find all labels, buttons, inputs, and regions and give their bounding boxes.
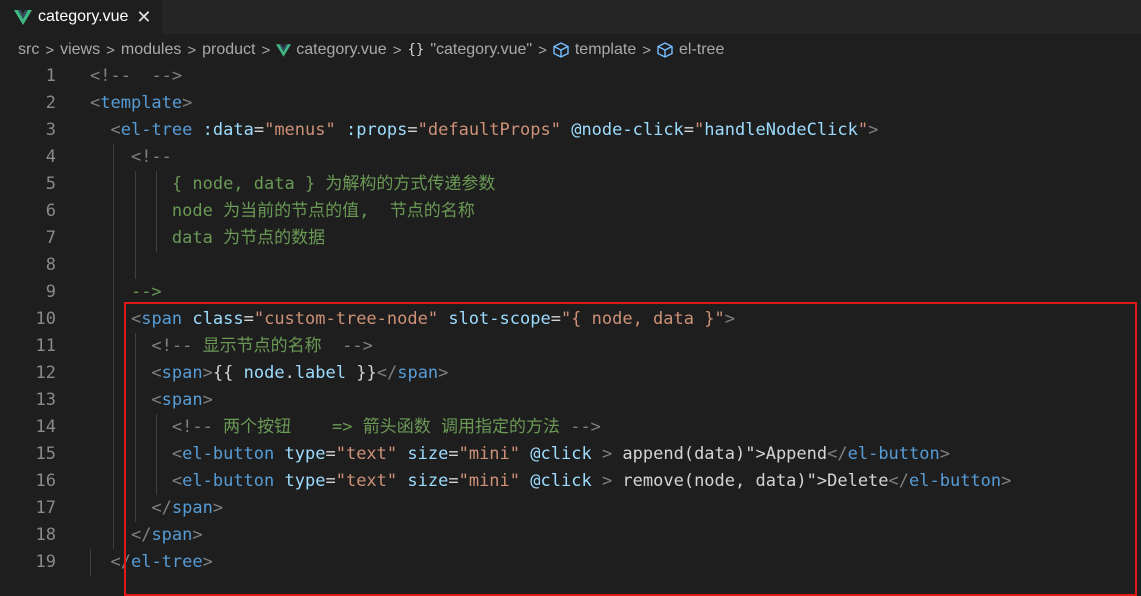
code-text: <span>	[151, 390, 213, 410]
code-text: node 为当前的节点的值, 节点的名称	[171, 201, 475, 221]
breadcrumb-item-el-tree[interactable]: el-tree	[679, 41, 724, 59]
line-number: 15	[35, 444, 56, 464]
code-text: <!-- -->	[90, 66, 183, 86]
breadcrumb-item-template[interactable]: template	[575, 41, 636, 59]
breadcrumb-item-modules[interactable]: modules	[121, 41, 181, 59]
chevron-right-icon: >	[187, 41, 197, 59]
code-line[interactable]: 3 <el-tree :data="menus" :props="default…	[0, 117, 1141, 144]
breadcrumb: src > views > modules > product > catego…	[0, 34, 1141, 66]
indent-guide	[113, 252, 114, 279]
line-number: 11	[35, 336, 56, 356]
cube-icon	[657, 42, 673, 58]
code-line[interactable]: 19 </el-tree>	[0, 549, 1141, 576]
code-line[interactable]: 14 <!-- 两个按钮 => 箭头函数 调用指定的方法 -->	[0, 414, 1141, 441]
code-text: </span>	[151, 498, 224, 518]
code-text: <el-tree :data="menus" :props="defaultPr…	[110, 120, 879, 140]
code-text: <!--	[130, 147, 172, 167]
line-number: 2	[45, 93, 56, 113]
code-line[interactable]: 7 data 为节点的数据	[0, 225, 1141, 252]
chevron-right-icon: >	[106, 41, 115, 59]
line-number: 19	[35, 552, 56, 572]
line-number: 3	[45, 120, 56, 140]
breadcrumb-item-views[interactable]: views	[60, 41, 100, 59]
line-number: 8	[45, 255, 56, 275]
breadcrumb-item-product[interactable]: product	[202, 41, 255, 59]
line-number: 7	[45, 228, 56, 248]
chevron-right-icon: >	[261, 41, 271, 59]
indent-guide	[135, 252, 136, 279]
chevron-right-icon: >	[642, 41, 651, 59]
code-text: <el-button type="text" size="mini" @clic…	[171, 471, 1012, 491]
code-text: </el-tree>	[110, 552, 213, 572]
chevron-right-icon: >	[392, 41, 402, 59]
line-number: 17	[35, 498, 56, 518]
line-number: 13	[35, 390, 56, 410]
tab-category-vue[interactable]: category.vue ✕	[0, 0, 162, 34]
code-line[interactable]: 13 <span>	[0, 387, 1141, 414]
code-line[interactable]: 16 <el-button type="text" size="mini" @c…	[0, 468, 1141, 495]
code-line[interactable]: 10 <span class="custom-tree-node" slot-s…	[0, 306, 1141, 333]
breadcrumb-item-src[interactable]: src	[18, 41, 39, 59]
code-line[interactable]: 8	[0, 252, 1141, 279]
code-text: <template>	[90, 93, 193, 113]
module-braces-icon: {}	[407, 42, 425, 58]
code-line[interactable]: 5 { node, data } 为解构的方式传递参数	[0, 171, 1141, 198]
code-line[interactable]: 18 </span>	[0, 522, 1141, 549]
breadcrumb-item-module[interactable]: "category.vue"	[430, 41, 532, 59]
line-number: 5	[45, 174, 56, 194]
code-line[interactable]: 11 <!-- 显示节点的名称 -->	[0, 333, 1141, 360]
line-number: 6	[45, 201, 56, 221]
code-text: </span>	[130, 525, 203, 545]
code-editor[interactable]: 1 <!-- --> 2 <template> 3 <el-tree :data="me…	[0, 63, 1141, 596]
code-text: <span class="custom-tree-node" slot-scop…	[130, 309, 735, 329]
code-text: <!-- 显示节点的名称 -->	[151, 336, 373, 356]
code-text: <el-button type="text" size="mini" @clic…	[171, 444, 950, 464]
code-text: <span>{{ node.label }}</span>	[151, 363, 449, 383]
chevron-right-icon: >	[538, 41, 547, 59]
code-text: <!-- 两个按钮 => 箭头函数 调用指定的方法 -->	[171, 417, 601, 437]
code-text: data 为节点的数据	[171, 228, 326, 248]
code-line[interactable]: 2 <template>	[0, 90, 1141, 117]
line-number: 1	[45, 66, 56, 86]
tab-title: category.vue	[38, 8, 129, 25]
vue-icon	[276, 43, 292, 57]
code-line[interactable]: 6 node 为当前的节点的值, 节点的名称	[0, 198, 1141, 225]
code-line[interactable]: 17 </span>	[0, 495, 1141, 522]
code-line[interactable]: 12 <span>{{ node.label }}</span>	[0, 360, 1141, 387]
breadcrumb-item-file[interactable]: category.vue	[296, 41, 386, 59]
code-text: -->	[130, 282, 162, 302]
close-icon[interactable]: ✕	[136, 7, 151, 28]
line-number: 16	[35, 471, 56, 491]
line-number: 12	[35, 363, 56, 383]
code-line[interactable]: 15 <el-button type="text" size="mini" @c…	[0, 441, 1141, 468]
tab-bar: category.vue ✕	[0, 0, 1141, 34]
chevron-right-icon: >	[45, 41, 55, 59]
code-line[interactable]: 4 <!--	[0, 144, 1141, 171]
line-number: 18	[35, 525, 56, 545]
line-number: 4	[45, 147, 56, 167]
cube-icon	[553, 42, 569, 58]
code-text: { node, data } 为解构的方式传递参数	[171, 174, 496, 194]
line-number: 10	[35, 309, 56, 329]
code-line[interactable]: 1 <!-- -->	[0, 63, 1141, 90]
line-number: 9	[45, 282, 56, 302]
vue-icon	[14, 9, 32, 25]
line-number: 14	[35, 417, 56, 437]
code-line[interactable]: 9 -->	[0, 279, 1141, 306]
